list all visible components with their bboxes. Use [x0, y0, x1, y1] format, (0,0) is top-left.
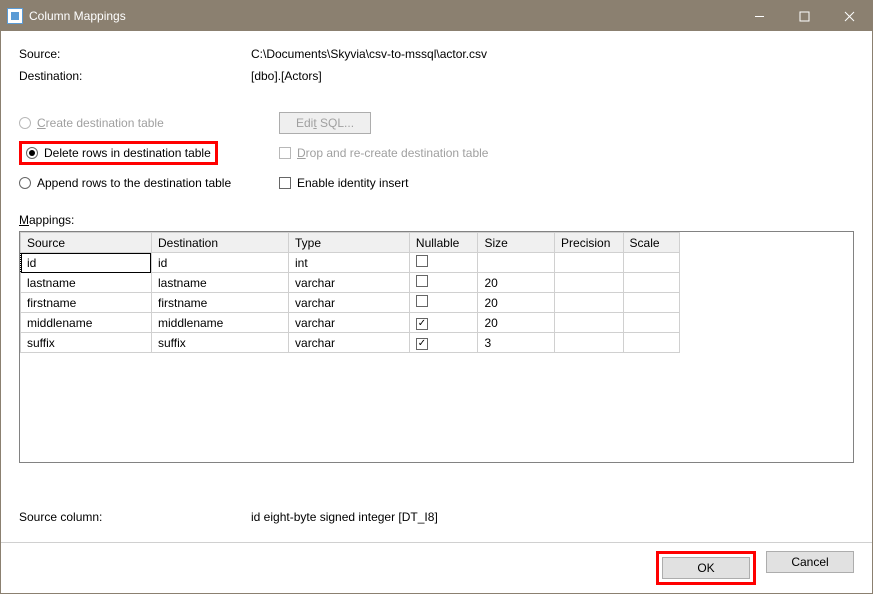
drop-recreate-label: Drop and re-create destination table [297, 146, 488, 160]
nullable-cell[interactable] [409, 293, 478, 313]
cell[interactable]: id [21, 253, 152, 273]
source-column-label: Source column: [19, 510, 251, 524]
ok-button[interactable]: OK [662, 557, 750, 579]
table-row[interactable]: ididint [21, 253, 680, 273]
dialog-footer: OK Cancel [1, 542, 872, 593]
cell[interactable]: firstname [151, 293, 288, 313]
nullable-checkbox[interactable] [416, 255, 428, 267]
header-source[interactable]: Source [21, 233, 152, 253]
nullable-checkbox[interactable]: ✓ [416, 338, 428, 350]
header-type[interactable]: Type [289, 233, 410, 253]
close-button[interactable] [827, 1, 872, 31]
drop-recreate-checkbox [279, 147, 291, 159]
cell[interactable]: varchar [289, 333, 410, 353]
maximize-button[interactable] [782, 1, 827, 31]
nullable-cell[interactable] [409, 253, 478, 273]
delete-rows-highlight: Delete rows in destination table [19, 141, 218, 165]
header-precision[interactable]: Precision [555, 233, 624, 253]
app-icon [7, 8, 23, 24]
append-rows-label: Append rows to the destination table [37, 176, 231, 190]
delete-rows-radio[interactable] [26, 147, 38, 159]
ok-button-highlight: OK [656, 551, 756, 585]
cell[interactable]: middlename [21, 313, 152, 333]
cell[interactable] [555, 293, 624, 313]
cell[interactable] [623, 333, 679, 353]
append-rows-radio[interactable] [19, 177, 31, 189]
source-label: Source: [19, 47, 251, 61]
cell[interactable]: 3 [478, 333, 555, 353]
cell[interactable]: varchar [289, 293, 410, 313]
cell[interactable]: 20 [478, 273, 555, 293]
cell[interactable] [555, 313, 624, 333]
mappings-table-wrap: Source Destination Type Nullable Size Pr… [19, 231, 854, 463]
cell[interactable] [623, 313, 679, 333]
mappings-label: Mappings: [19, 213, 854, 227]
cancel-button[interactable]: Cancel [766, 551, 854, 573]
cell[interactable]: lastname [21, 273, 152, 293]
cell[interactable]: lastname [151, 273, 288, 293]
create-table-radio [19, 117, 31, 129]
cell[interactable] [555, 333, 624, 353]
nullable-cell[interactable]: ✓ [409, 313, 478, 333]
destination-label: Destination: [19, 69, 251, 83]
table-row[interactable]: suffixsuffixvarchar✓3 [21, 333, 680, 353]
dialog-content: Source: C:\Documents\Skyvia\csv-to-mssql… [1, 31, 872, 542]
cell[interactable]: firstname [21, 293, 152, 313]
header-destination[interactable]: Destination [151, 233, 288, 253]
cell[interactable]: middlename [151, 313, 288, 333]
nullable-cell[interactable]: ✓ [409, 333, 478, 353]
window-title: Column Mappings [29, 9, 737, 23]
table-row[interactable]: middlenamemiddlenamevarchar✓20 [21, 313, 680, 333]
identity-insert-label: Enable identity insert [297, 176, 408, 190]
create-table-label: Create destination table [37, 116, 164, 130]
cell[interactable] [555, 253, 624, 273]
mappings-table[interactable]: Source Destination Type Nullable Size Pr… [20, 232, 680, 353]
cell[interactable] [623, 253, 679, 273]
nullable-checkbox[interactable] [416, 295, 428, 307]
cell[interactable]: int [289, 253, 410, 273]
header-size[interactable]: Size [478, 233, 555, 253]
cell[interactable] [623, 293, 679, 313]
cell[interactable]: varchar [289, 273, 410, 293]
cell[interactable]: suffix [21, 333, 152, 353]
table-header-row: Source Destination Type Nullable Size Pr… [21, 233, 680, 253]
cell[interactable]: id [151, 253, 288, 273]
destination-value: [dbo].[Actors] [251, 69, 854, 83]
header-nullable[interactable]: Nullable [409, 233, 478, 253]
edit-sql-button: Edit SQL... [279, 112, 371, 134]
source-column-value: id eight-byte signed integer [DT_I8] [251, 510, 854, 524]
cell[interactable]: 20 [478, 293, 555, 313]
delete-rows-label: Delete rows in destination table [44, 146, 211, 160]
minimize-button[interactable] [737, 1, 782, 31]
cell[interactable] [555, 273, 624, 293]
table-row[interactable]: firstnamefirstnamevarchar20 [21, 293, 680, 313]
cell[interactable] [623, 273, 679, 293]
header-scale[interactable]: Scale [623, 233, 679, 253]
nullable-checkbox[interactable]: ✓ [416, 318, 428, 330]
cell[interactable]: suffix [151, 333, 288, 353]
table-row[interactable]: lastnamelastnamevarchar20 [21, 273, 680, 293]
cell[interactable]: varchar [289, 313, 410, 333]
nullable-checkbox[interactable] [416, 275, 428, 287]
identity-insert-checkbox[interactable] [279, 177, 291, 189]
source-value: C:\Documents\Skyvia\csv-to-mssql\actor.c… [251, 47, 854, 61]
titlebar: Column Mappings [1, 1, 872, 31]
dialog-window: Column Mappings Source: C:\Documents\Sky… [0, 0, 873, 594]
nullable-cell[interactable] [409, 273, 478, 293]
cell[interactable]: 20 [478, 313, 555, 333]
cell[interactable] [478, 253, 555, 273]
